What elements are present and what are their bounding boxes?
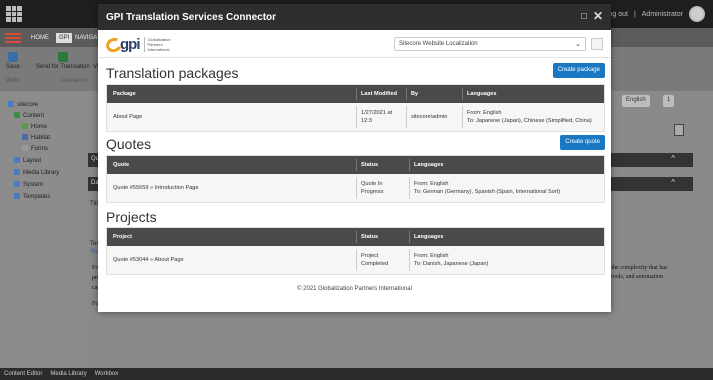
status-badge: Project Completed (361, 253, 389, 267)
project-select[interactable]: Sitecore Website Localization ⌄ (394, 37, 586, 51)
hamburger-menu-icon[interactable] (5, 33, 21, 43)
system-icon (14, 181, 20, 187)
project-link[interactable]: Quote #53044 » About Page (113, 256, 184, 264)
topbar-divider: | (633, 10, 636, 18)
forms-icon (22, 145, 28, 151)
status-badge: Quote In Progress (361, 181, 384, 195)
content-tree: sitecore Content Home Habitat Forms Layo… (0, 91, 88, 368)
column-header[interactable]: Status (361, 161, 378, 169)
table-row[interactable]: About Page 1/27/2021 at 12:3 sitecore\ad… (107, 103, 604, 131)
projects-table-header: Project Status Languages (107, 228, 604, 246)
last-modified: 1/27/2021 at 12:3 (361, 110, 393, 124)
language-dropdown[interactable]: English (622, 95, 650, 107)
tab-home[interactable]: HOME (28, 33, 52, 43)
folder-icon (8, 101, 14, 107)
create-quote-button[interactable]: Create quote (560, 135, 605, 150)
package-name[interactable]: About Page (113, 113, 142, 121)
copyright-footer: © 2021 Globalization Partners Internatio… (297, 286, 412, 292)
tree-item-media-library[interactable]: Media Library (14, 169, 59, 176)
media-icon (14, 169, 20, 175)
taskbar-media-library[interactable]: Media Library (50, 371, 86, 377)
languages-cell: From: English To: German (Germany), Span… (414, 181, 561, 195)
tab-gpi[interactable]: GPI (56, 33, 73, 43)
templates-icon (14, 193, 20, 199)
send-icon (57, 52, 68, 62)
column-header[interactable]: Last Modified (361, 90, 397, 98)
column-header[interactable]: Languages (467, 90, 497, 98)
avatar[interactable] (689, 6, 705, 22)
dialog-title: GPI Translation Services Connector (106, 12, 277, 23)
create-package-button[interactable]: Create package (552, 63, 605, 78)
habitat-icon (22, 134, 28, 140)
projects-title: Projects (106, 209, 157, 225)
save-button[interactable]: Save (6, 52, 20, 70)
projects-table: Project Status Languages Quote #53044 » … (106, 227, 605, 275)
tree-item-layout[interactable]: Layout (14, 157, 41, 164)
project-select-value: Sitecore Website Localization (399, 41, 478, 47)
app-launcher-icon[interactable] (6, 6, 22, 22)
table-row[interactable]: Quote #53044 » About Page Project Comple… (107, 246, 604, 274)
languages-cell: From: English To: Japanese (Japan), Chin… (467, 110, 592, 124)
paragraph-text: l tools, and automation (608, 274, 663, 280)
content-icon (14, 112, 20, 118)
tree-item-forms[interactable]: Forms (22, 145, 48, 152)
gpi-connector-dialog: GPI Translation Services Connector □ ✕ g… (98, 4, 611, 312)
tree-item-templates[interactable]: Templates (14, 193, 50, 200)
chevron-down-icon: ⌄ (575, 41, 581, 48)
dialog-titlebar: GPI Translation Services Connector □ ✕ (98, 4, 611, 30)
user-name[interactable]: Administrator (642, 11, 683, 18)
settings-grid-icon[interactable] (591, 38, 603, 50)
tree-item-home[interactable]: Home (22, 123, 47, 130)
column-header[interactable]: Package (113, 90, 136, 98)
quotes-title: Quotes (106, 136, 152, 152)
send-label: Send for Translation (36, 64, 90, 70)
gpi-logo-tagline: Globalization Partners International (143, 37, 171, 52)
bottom-taskbar: Content Editor Media Library Workbox (0, 368, 713, 380)
close-icon[interactable]: ✕ (593, 10, 603, 22)
modified-by: sitecore\admin (411, 114, 448, 120)
collapse-icon[interactable]: ^ (671, 154, 675, 163)
packages-table: Package Last Modified By Languages About… (106, 84, 605, 132)
item-icon (674, 124, 684, 136)
gpi-logo-word: gpi (120, 36, 140, 53)
column-header[interactable]: By (411, 90, 418, 98)
table-row[interactable]: Quote #55659 » Introduction Page Quote I… (107, 174, 604, 202)
paragraph-text: f the complexity that has (608, 265, 668, 271)
tree-item-system[interactable]: System (14, 181, 43, 188)
tree-item-habitat[interactable]: Habitat (22, 134, 50, 141)
column-header[interactable]: Languages (414, 161, 444, 169)
packages-table-header: Package Last Modified By Languages (107, 85, 604, 103)
quotes-table-header: Quote Status Languages (107, 156, 604, 174)
maximize-icon[interactable]: □ (581, 11, 587, 23)
dialog-header: gpi Globalization Partners International… (98, 30, 611, 58)
column-header[interactable]: Quote (113, 161, 129, 169)
tree-item-content[interactable]: Content (14, 112, 44, 119)
packages-title: Translation packages (106, 65, 239, 81)
column-header[interactable]: Status (361, 233, 378, 241)
save-label: Save (6, 64, 20, 70)
quotes-table: Quote Status Languages Quote #55659 » In… (106, 155, 605, 203)
collapse-icon[interactable]: ^ (671, 178, 675, 187)
gpi-logo: gpi Globalization Partners International (104, 35, 171, 54)
tree-item-sitecore[interactable]: sitecore (8, 101, 38, 108)
send-for-translation-button[interactable]: Send for Translation (36, 52, 90, 70)
languages-cell: From: English To: Danish, Japanese (Japa… (414, 253, 489, 267)
layout-icon (14, 157, 20, 163)
column-header[interactable]: Project (113, 233, 132, 241)
connector-group-label: Connector (60, 78, 88, 84)
write-group-label: Write (6, 78, 20, 84)
quote-link[interactable]: Quote #55659 » Introduction Page (113, 184, 199, 192)
save-icon (7, 52, 18, 62)
column-header[interactable]: Languages (414, 233, 444, 241)
taskbar-workbox[interactable]: Workbox (95, 371, 119, 377)
home-icon (22, 123, 28, 129)
taskbar-content-editor[interactable]: Content Editor (4, 371, 42, 377)
user-area: Log out | Administrator (605, 6, 705, 22)
version-dropdown[interactable]: 1 (663, 95, 675, 107)
